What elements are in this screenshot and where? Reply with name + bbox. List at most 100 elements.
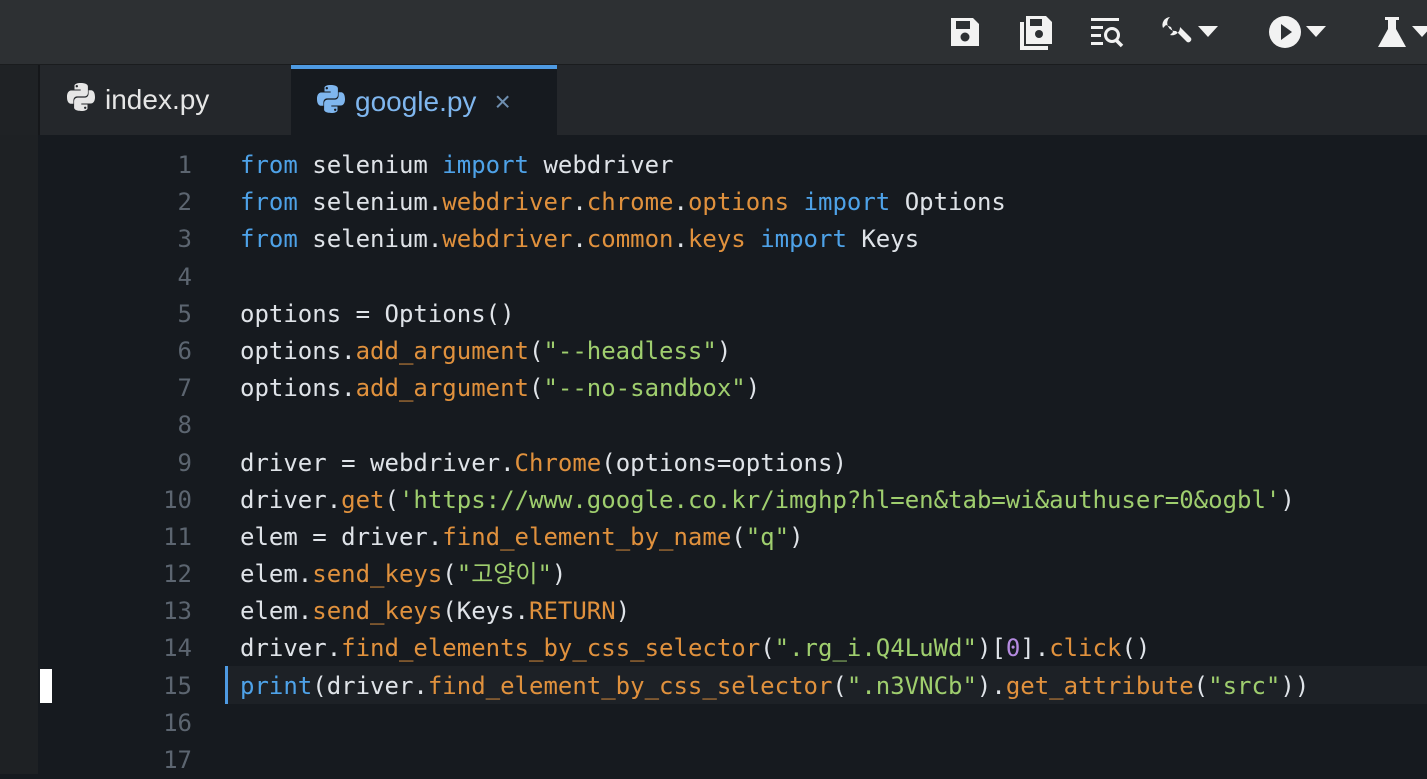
save-button[interactable]: [948, 14, 982, 50]
find-in-files-icon: [1089, 15, 1125, 49]
line-number: 14: [163, 634, 192, 663]
code-token: from: [240, 151, 298, 179]
code-token: options: [687, 188, 790, 217]
line-number: 7: [177, 374, 192, 403]
code-token: driver.: [240, 485, 342, 514]
code-token: .: [673, 225, 688, 254]
code-line[interactable]: 11 elem = driver.find_element_by_name("q"…: [0, 519, 1427, 556]
code-token: options.: [240, 336, 356, 365]
python-icon: [315, 83, 347, 122]
code-token: find_element_by_css_selector: [427, 671, 833, 700]
find-in-files-button[interactable]: [1089, 14, 1125, 50]
code-token: find_elements_by_css_selector: [341, 634, 761, 663]
code-token: (: [731, 522, 746, 551]
code-text: options.add_argument("--headless"): [240, 333, 731, 370]
test-menu-button[interactable]: [1376, 14, 1427, 50]
code-token: from: [240, 225, 298, 254]
code-line[interactable]: 17: [0, 742, 1427, 779]
code-token: (options=options): [601, 448, 847, 477]
code-token: driver.: [240, 634, 342, 663]
toolbar: [0, 0, 1427, 65]
code-token: ".rg_i.Q4LuWd": [774, 634, 977, 663]
tab-bar-gutter: [0, 65, 40, 135]
code-line[interactable]: 6 options.add_argument("--headless"): [0, 333, 1427, 370]
code-token: Chrome: [514, 448, 602, 477]
code-token: (: [384, 485, 399, 514]
tab-google-py[interactable]: google.py ×: [291, 65, 557, 135]
code-editor[interactable]: 1 from selenium import webdriver 2 from sel…: [0, 135, 1427, 774]
code-token: (: [528, 374, 544, 403]
code-line[interactable]: 3 from selenium.webdriver.common.keys imp…: [0, 221, 1427, 258]
code-token: Options: [890, 188, 1006, 217]
code-line[interactable]: 10 driver.get('https://www.google.co.kr/i…: [0, 482, 1427, 519]
code-line[interactable]: 4: [0, 259, 1427, 296]
chevron-down-icon: [1412, 26, 1427, 38]
code-token: ).: [976, 671, 1006, 700]
code-lines: 1 from selenium import webdriver 2 from sel…: [0, 147, 1427, 779]
code-line[interactable]: 5 options = Options(): [0, 296, 1427, 333]
line-number: 10: [163, 485, 192, 514]
code-token: )[: [976, 634, 1006, 663]
code-text: options.add_argument("--no-sandbox"): [240, 370, 760, 407]
run-icon: [1268, 15, 1302, 49]
code-token: .: [572, 188, 587, 217]
tab-bar: index.py google.py ×: [0, 65, 1427, 135]
code-text: driver.find_elements_by_css_selector(".r…: [240, 630, 1150, 667]
tools-menu-button[interactable]: [1160, 14, 1218, 50]
code-token: chrome: [586, 188, 674, 217]
code-token: ): [1280, 485, 1295, 514]
save-icon: [948, 15, 982, 49]
chevron-down-icon: [1198, 26, 1218, 38]
code-token: ): [551, 560, 567, 589]
code-token: .: [673, 188, 688, 217]
code-token: keys: [687, 225, 746, 254]
run-menu-button[interactable]: [1268, 14, 1326, 50]
code-line[interactable]: 13 elem.send_keys(Keys.RETURN): [0, 593, 1427, 630]
line-number: 13: [163, 597, 192, 626]
code-text: options = Options(): [240, 296, 515, 333]
code-text: from selenium.webdriver.common.keys impo…: [240, 221, 919, 258]
code-token: ): [789, 522, 804, 551]
code-line[interactable]: 16: [0, 705, 1427, 742]
code-token: webdriver: [442, 188, 573, 217]
code-token: add_argument: [355, 336, 529, 365]
code-line[interactable]: 9 driver = webdriver.Chrome(options=optio…: [0, 445, 1427, 482]
line-number: 9: [177, 448, 192, 477]
code-token: common: [586, 225, 674, 254]
tab-label: index.py: [105, 84, 210, 115]
code-token: "고양이": [456, 560, 552, 589]
save-all-button[interactable]: [1018, 14, 1054, 50]
code-text: elem.send_keys(Keys.RETURN): [240, 593, 630, 630]
code-line[interactable]: 12 elem.send_keys("고양이"): [0, 556, 1427, 593]
code-token: ].: [1020, 634, 1050, 663]
code-token: ): [716, 336, 732, 365]
code-token: 'https://www.google.co.kr/imghp?hl=en&ta…: [398, 485, 1281, 514]
code-token: "q": [745, 522, 790, 551]
code-line[interactable]: 2 from selenium.webdriver.chrome.options …: [0, 184, 1427, 221]
line-number: 2: [177, 188, 192, 217]
code-token: (Keys.: [442, 597, 529, 626]
code-token: click: [1049, 634, 1122, 663]
line-number: 1: [177, 151, 192, 179]
line-number: 5: [177, 299, 192, 328]
code-line[interactable]: 14 driver.find_elements_by_css_selector("…: [0, 630, 1427, 667]
code-line[interactable]: 8: [0, 407, 1427, 444]
code-token: .: [572, 225, 587, 254]
code-token: ): [745, 374, 761, 403]
code-line[interactable]: 15 print(driver.find_element_by_css_selec…: [0, 668, 1427, 705]
code-token: Keys: [846, 225, 920, 254]
code-line[interactable]: 7 options.add_argument("--no-sandbox"): [0, 370, 1427, 407]
close-icon[interactable]: ×: [494, 86, 510, 118]
code-line[interactable]: 1 from selenium import webdriver: [0, 147, 1427, 184]
line-number: 6: [177, 336, 192, 365]
line-number: 17: [163, 746, 192, 774]
code-token: find_element_by_name: [442, 522, 732, 551]
code-token: send_keys: [312, 560, 443, 589]
code-token: webdriver: [529, 151, 674, 179]
code-token: add_argument: [355, 374, 529, 403]
tab-index-py[interactable]: index.py: [40, 65, 290, 135]
line-number: 3: [177, 225, 192, 254]
code-token: from: [240, 188, 298, 217]
code-token: selenium.: [297, 225, 443, 254]
code-token: send_keys: [312, 597, 443, 626]
